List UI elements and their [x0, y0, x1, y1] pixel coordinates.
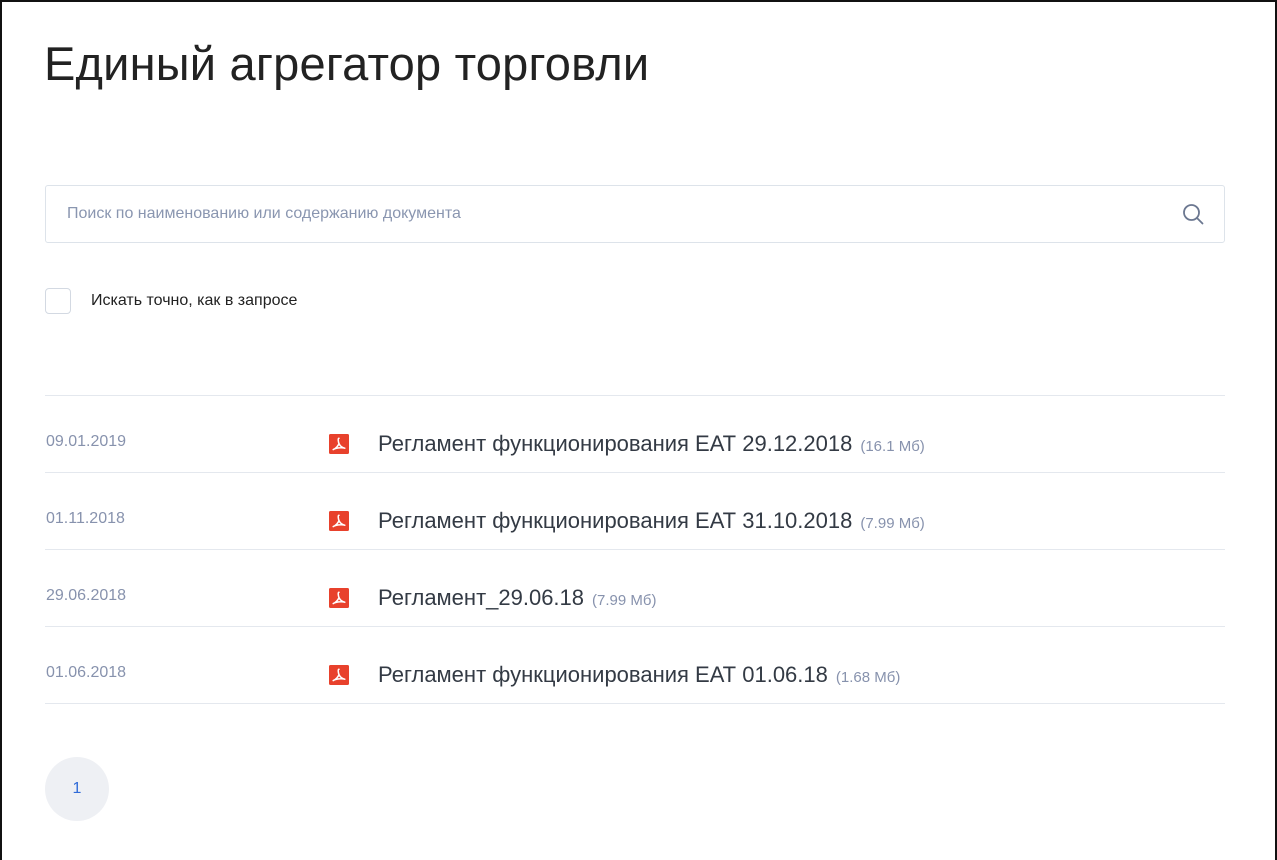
- document-row: 01.06.2018 Регламент функционирования ЕА…: [45, 627, 1225, 704]
- search-box: [45, 185, 1225, 243]
- document-row: 29.06.2018 Регламент_29.06.18 (7.99 Мб): [45, 550, 1225, 627]
- exact-match-label[interactable]: Искать точно, как в запросе: [91, 292, 297, 310]
- pdf-icon: [329, 511, 349, 531]
- pdf-icon: [329, 665, 349, 685]
- document-link[interactable]: Регламент_29.06.18 (7.99 Мб): [378, 585, 656, 611]
- document-link[interactable]: Регламент функционирования ЕАТ 01.06.18 (…: [378, 662, 900, 688]
- document-date: 01.11.2018: [46, 510, 125, 527]
- search-input[interactable]: [46, 186, 1166, 242]
- document-title: Регламент функционирования ЕАТ 29.12.201…: [378, 431, 853, 456]
- exact-match-option: Искать точно, как в запросе: [45, 287, 297, 315]
- document-link[interactable]: Регламент функционирования ЕАТ 29.12.201…: [378, 431, 925, 457]
- document-date: 09.01.2019: [46, 433, 127, 450]
- document-row: 01.11.2018 Регламент функционирования ЕА…: [45, 473, 1225, 550]
- document-link[interactable]: Регламент функционирования ЕАТ 31.10.201…: [378, 508, 925, 534]
- page-1-button[interactable]: 1: [45, 757, 109, 821]
- page-frame: Единый агрегатор торговли Искать точно, …: [0, 0, 1277, 860]
- pdf-icon: [329, 588, 349, 608]
- document-list: 09.01.2019 Регламент функционирования ЕА…: [45, 395, 1225, 704]
- document-date: 01.06.2018: [46, 664, 127, 681]
- pagination: 1: [45, 757, 109, 821]
- document-date: 29.06.2018: [46, 587, 127, 604]
- page-title: Единый агрегатор торговли: [44, 37, 650, 90]
- document-size: (7.99 Мб): [592, 592, 657, 609]
- document-size: (16.1 Мб): [860, 438, 925, 455]
- document-title: Регламент функционирования ЕАТ 31.10.201…: [378, 508, 853, 533]
- document-row: 09.01.2019 Регламент функционирования ЕА…: [45, 396, 1225, 473]
- document-size: (1.68 Мб): [835, 669, 901, 686]
- search-icon[interactable]: [1182, 203, 1204, 225]
- document-size: (7.99 Мб): [860, 515, 925, 532]
- document-title: Регламент функционирования ЕАТ 01.06.18: [378, 662, 828, 687]
- pdf-icon: [329, 434, 349, 454]
- exact-match-checkbox[interactable]: [45, 288, 71, 314]
- document-title: Регламент_29.06.18: [378, 585, 585, 610]
